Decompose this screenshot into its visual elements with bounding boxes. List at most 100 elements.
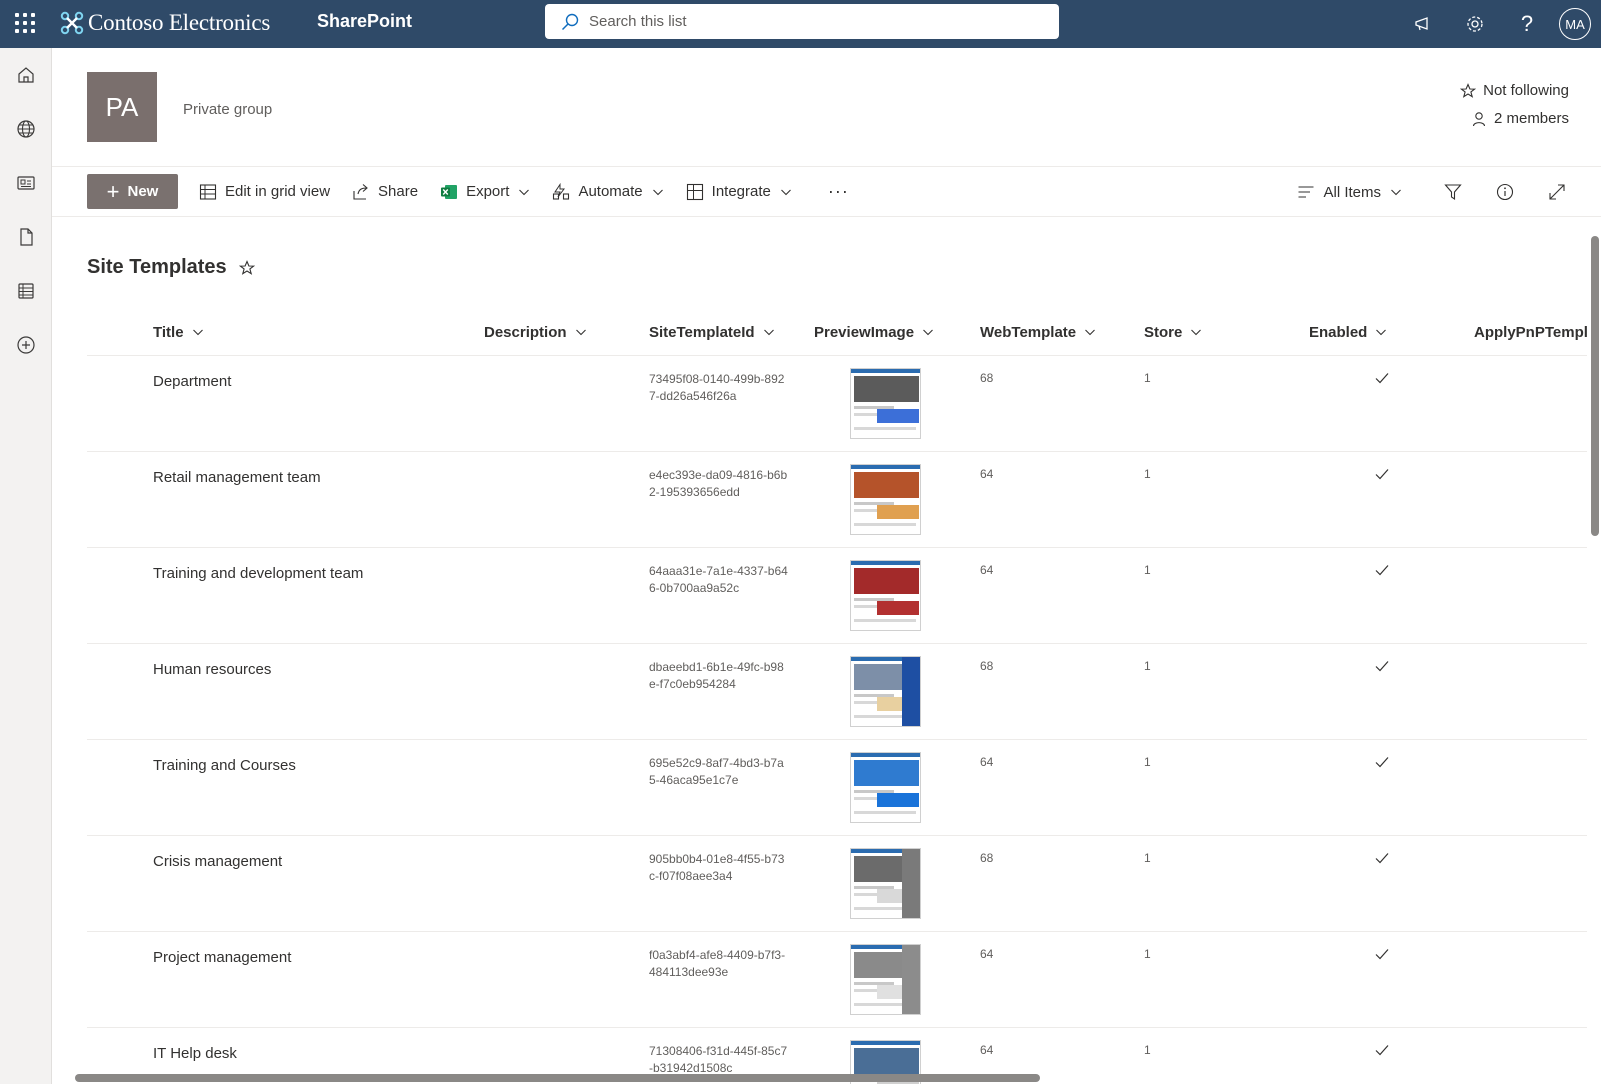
checkmark-icon [1374,562,1390,583]
checkmark-icon [1374,850,1390,871]
row-preview-image[interactable] [850,464,921,535]
search-input[interactable] [589,13,1029,30]
automate-button[interactable]: Automate [541,174,674,209]
view-label: All Items [1323,183,1381,201]
column-header-previewimage[interactable]: PreviewImage [814,308,934,356]
settings-gear-icon[interactable] [1449,0,1501,48]
row-webtemplate: 64 [980,467,994,481]
table-row[interactable]: Department 73495f08-0140-499b-8927-dd26a… [87,356,1587,452]
row-sitetemplateid: e4ec393e-da09-4816-b6b2-195393656edd [649,468,788,499]
app-launcher-icon[interactable] [12,10,38,36]
column-header-description[interactable]: Description [484,308,587,356]
row-title[interactable]: Training and Courses [153,757,296,774]
person-icon [1472,111,1486,126]
column-header-enabled[interactable]: Enabled [1309,308,1387,356]
share-button[interactable]: Share [341,174,429,209]
column-header-store[interactable]: Store [1144,308,1202,356]
more-commands-button[interactable]: ··· [817,174,860,209]
row-title[interactable]: Human resources [153,661,271,678]
home-icon[interactable] [0,48,52,102]
row-preview-image[interactable] [850,368,921,439]
vertical-scrollbar[interactable] [1587,220,1601,1084]
chevron-down-icon [1085,329,1096,336]
row-preview-image[interactable] [850,656,921,727]
chevron-down-icon [192,329,203,336]
checkmark-icon [1374,1042,1390,1063]
row-preview-image[interactable] [850,752,921,823]
table-row[interactable]: Project management f0a3abf4-afe8-4409-b7… [87,932,1587,1028]
rows-container: Department 73495f08-0140-499b-8927-dd26a… [87,356,1587,1084]
avatar[interactable]: MA [1559,8,1591,40]
plus-icon: + [106,178,120,204]
row-store: 1 [1144,563,1151,577]
automate-icon [553,182,570,200]
table-row[interactable]: Training and Courses 695e52c9-8af7-4bd3-… [87,740,1587,836]
column-header-webtemplate[interactable]: WebTemplate [980,308,1096,356]
checkmark-icon [1374,754,1390,775]
preview-thumbnail [850,944,921,1015]
row-title[interactable]: Crisis management [153,853,282,870]
chevron-down-icon [1191,329,1202,336]
search-box[interactable] [545,4,1059,39]
row-preview-image[interactable] [850,944,921,1015]
new-button[interactable]: + New [87,174,178,209]
column-header-title[interactable]: Title [153,308,204,356]
automate-label: Automate [578,183,643,200]
row-store: 1 [1144,851,1151,865]
row-store: 1 [1144,659,1151,673]
follow-button[interactable]: Not following [1460,82,1569,99]
row-store: 1 [1144,1043,1151,1057]
table-row[interactable]: Crisis management 905bb0b4-01e8-4f55-b73… [87,836,1587,932]
app-name[interactable]: SharePoint [317,11,412,32]
row-webtemplate: 64 [980,947,994,961]
preview-thumbnail [850,464,921,535]
view-selector[interactable]: All Items [1286,175,1413,210]
create-add-icon[interactable] [0,318,52,372]
row-sitetemplateid: 64aaa31e-7a1e-4337-b646-0b700aa9a52c [649,564,788,595]
filter-icon[interactable] [1427,172,1479,212]
file-icon[interactable] [0,210,52,264]
row-title[interactable]: IT Help desk [153,1045,237,1062]
search-icon [561,13,579,30]
export-label: Export [466,183,510,200]
checkmark-icon [1374,466,1390,487]
table-row[interactable]: Training and development team 64aaa31e-7… [87,548,1587,644]
integrate-button[interactable]: Integrate [675,174,803,209]
row-webtemplate: 64 [980,563,994,577]
news-icon[interactable] [0,156,52,210]
vertical-scroll-thumb[interactable] [1591,236,1599,536]
megaphone-icon[interactable] [1397,0,1449,48]
row-title[interactable]: Training and development team [153,565,363,582]
share-icon [353,183,368,200]
horizontal-scroll-thumb[interactable] [75,1074,1040,1082]
members-button[interactable]: 2 members [1471,110,1569,127]
follow-label: Not following [1483,82,1569,99]
brand-logo[interactable]: Contoso Electronics [60,8,270,38]
row-store: 1 [1144,755,1151,769]
row-title[interactable]: Project management [153,949,291,966]
export-button[interactable]: Export [429,174,541,209]
help-icon[interactable]: ? [1501,0,1553,48]
table-row[interactable]: Human resources dbaeebd1-6b1e-49fc-b98e-… [87,644,1587,740]
integrate-icon [686,183,703,200]
excel-icon [441,184,458,199]
table-row[interactable]: Retail management team e4ec393e-da09-481… [87,452,1587,548]
horizontal-scrollbar[interactable] [57,1071,1587,1084]
list-icon[interactable] [0,264,52,318]
favorite-star-icon[interactable] [238,259,255,276]
edit-grid-view-button[interactable]: Edit in grid view [188,174,341,209]
chevron-down-icon [1376,329,1387,336]
row-preview-image[interactable] [850,560,921,631]
row-preview-image[interactable] [850,848,921,919]
column-header-applypnptemplate[interactable]: ApplyPnPTempl... [1474,308,1600,356]
info-icon[interactable] [1479,172,1531,212]
row-title[interactable]: Retail management team [153,469,321,486]
globe-icon[interactable] [0,102,52,156]
site-logo[interactable]: PA [87,72,157,142]
star-icon [1460,82,1477,98]
column-header-sitetemplateid[interactable]: SiteTemplateId [649,308,775,356]
chevron-down-icon [575,329,586,336]
checkmark-icon [1374,370,1390,391]
fullscreen-icon[interactable] [1531,172,1583,212]
row-title[interactable]: Department [153,373,231,390]
